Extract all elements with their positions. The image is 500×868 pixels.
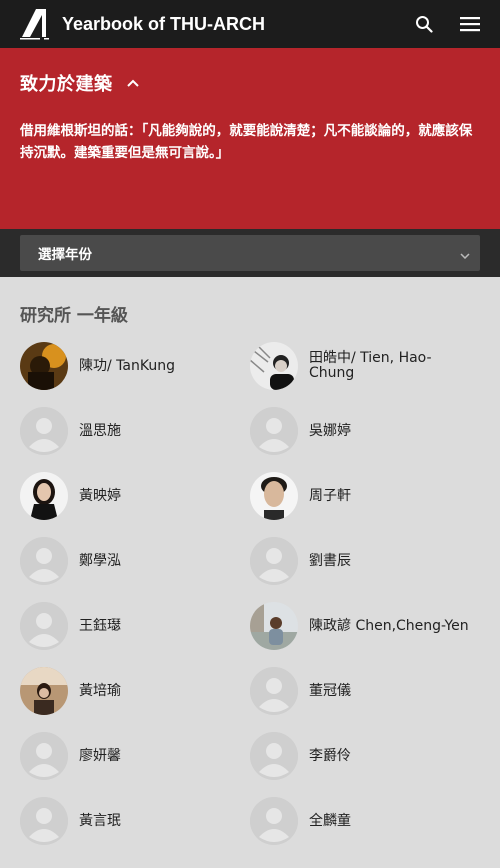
- person-name[interactable]: 吳娜婷: [309, 423, 474, 439]
- hero-header[interactable]: 致力於建築: [20, 70, 480, 96]
- person-name[interactable]: 陳功/ TanKung: [79, 358, 244, 374]
- person-name[interactable]: 劉書辰: [309, 553, 474, 569]
- person-card[interactable]: 董冠儀: [250, 667, 480, 715]
- default-avatar-icon[interactable]: [20, 602, 68, 650]
- person-card[interactable]: 黃言珉: [20, 797, 250, 845]
- person-card[interactable]: 溫思施: [20, 407, 250, 455]
- hero-quote: 借用維根斯坦的話：「凡能夠說的，就要能說清楚；凡不能談論的，就應該保持沉默。建築…: [20, 123, 473, 161]
- person-name[interactable]: 李爵伶: [309, 748, 474, 764]
- person-name[interactable]: 溫思施: [79, 423, 244, 439]
- search-icon[interactable]: [410, 10, 438, 38]
- person-card[interactable]: 鄭學泓: [20, 537, 250, 585]
- person-name[interactable]: 黃映婷: [79, 488, 244, 504]
- avatar-photo[interactable]: [250, 472, 298, 520]
- person-name[interactable]: 董冠儀: [309, 683, 474, 699]
- person-card[interactable]: 陳功/ TanKung: [20, 342, 250, 390]
- person-name[interactable]: 鄭學泓: [79, 553, 244, 569]
- year-select-label: 選擇年份: [38, 247, 92, 263]
- person-name[interactable]: 全麟童: [309, 813, 474, 829]
- hero-title: 致力於建築: [20, 74, 113, 95]
- person-name[interactable]: 黃言珉: [79, 813, 244, 829]
- person-card[interactable]: 黃培瑜: [20, 667, 250, 715]
- hero-banner: 致力於建築 借用維根斯坦的話：「凡能夠說的，就要能說清楚；凡不能談論的，就應該保…: [0, 48, 500, 229]
- default-avatar-icon[interactable]: [20, 797, 68, 845]
- person-card[interactable]: 劉書辰: [250, 537, 480, 585]
- chevron-down-icon: [460, 244, 470, 263]
- default-avatar-icon[interactable]: [250, 537, 298, 585]
- person-name[interactable]: 周子軒: [309, 488, 474, 504]
- person-name[interactable]: 陳政諺 Chen,Cheng-Yen: [309, 618, 474, 634]
- person-card[interactable]: 全麟童: [250, 797, 480, 845]
- class-section: 研究所 一年級 陳功/ TanKung 田皓中/ Tien, Hao-Chung 溫…: [0, 277, 500, 845]
- default-avatar-icon[interactable]: [250, 797, 298, 845]
- person-name[interactable]: 田皓中/ Tien, Hao-Chung: [309, 351, 474, 381]
- person-name[interactable]: 廖妍馨: [79, 748, 244, 764]
- person-card[interactable]: 廖妍馨: [20, 732, 250, 780]
- default-avatar-icon[interactable]: [250, 407, 298, 455]
- default-avatar-icon[interactable]: [250, 732, 298, 780]
- avatar-photo[interactable]: [20, 667, 68, 715]
- person-name[interactable]: 黃培瑜: [79, 683, 244, 699]
- default-avatar-icon[interactable]: [250, 667, 298, 715]
- person-card[interactable]: 吳娜婷: [250, 407, 480, 455]
- avatar-photo[interactable]: [250, 602, 298, 650]
- avatar-photo[interactable]: [20, 342, 68, 390]
- section-title: 研究所 一年級: [20, 306, 128, 326]
- default-avatar-icon[interactable]: [20, 407, 68, 455]
- person-card[interactable]: 李爵伶: [250, 732, 480, 780]
- people-grid: 陳功/ TanKung 田皓中/ Tien, Hao-Chung 溫思施 吳娜婷黃映婷…: [20, 342, 480, 845]
- person-name[interactable]: 王鈺璱: [79, 618, 244, 634]
- top-bar: Yearbook of THU-ARCH: [0, 0, 500, 48]
- avatar-photo[interactable]: [20, 472, 68, 520]
- person-card[interactable]: 陳政諺 Chen,Cheng-Yen: [250, 602, 480, 650]
- avatar-photo[interactable]: [250, 342, 298, 390]
- year-select-bar: 選擇年份: [0, 229, 500, 277]
- person-card[interactable]: 黃映婷: [20, 472, 250, 520]
- default-avatar-icon[interactable]: [20, 537, 68, 585]
- person-card[interactable]: 王鈺璱: [20, 602, 250, 650]
- site-title[interactable]: Yearbook of THU-ARCH: [62, 14, 392, 35]
- year-select-dropdown[interactable]: 選擇年份: [20, 235, 480, 271]
- person-card[interactable]: 周子軒: [250, 472, 480, 520]
- default-avatar-icon[interactable]: [20, 732, 68, 780]
- chevron-up-icon[interactable]: [126, 76, 141, 90]
- hamburger-menu-icon[interactable]: [456, 10, 484, 38]
- thu-arch-logo-icon[interactable]: [18, 7, 52, 41]
- person-card[interactable]: 田皓中/ Tien, Hao-Chung: [250, 342, 480, 390]
